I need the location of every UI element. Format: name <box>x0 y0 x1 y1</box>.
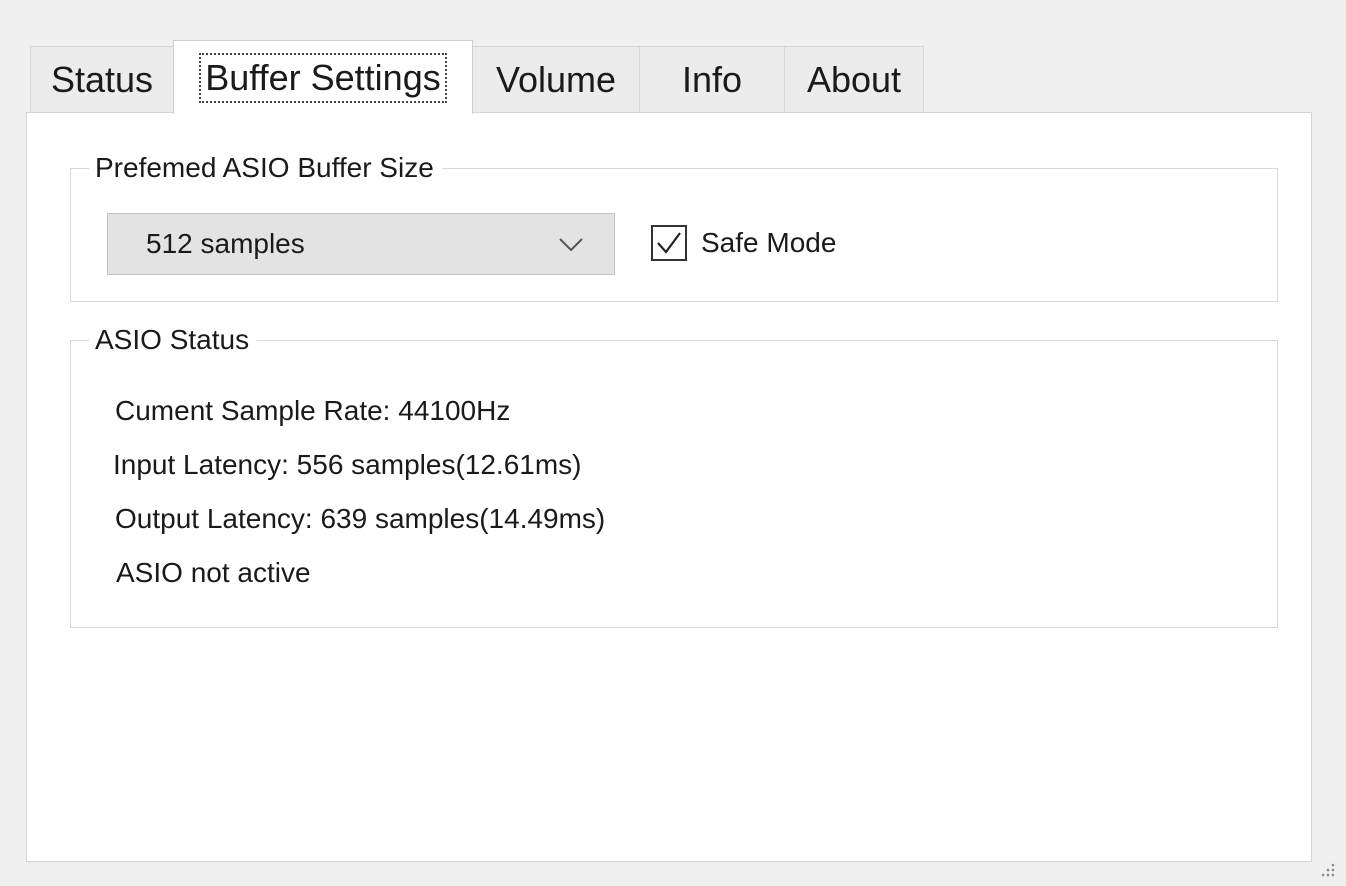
tab-bar: Status Buffer Settings Volume Info About <box>30 40 924 114</box>
checkmark-icon <box>657 232 681 254</box>
buffer-size-value: 512 samples <box>146 228 305 259</box>
tab-buffer-settings[interactable]: Buffer Settings <box>173 40 473 114</box>
input-latency-text: Input Latency: 556 samples(12.61ms) <box>113 449 582 480</box>
tab-status[interactable]: Status <box>30 46 174 112</box>
buffer-size-groupbox: Prefemed ASIO Buffer Size 512 samples Sa… <box>70 150 1278 302</box>
asio-status-groupbox: ASIO Status Cument Sample Rate: 44100Hz … <box>70 322 1278 628</box>
buffer-settings-panel: Prefemed ASIO Buffer Size 512 samples Sa… <box>26 112 1312 862</box>
asio-settings-window: Status Buffer Settings Volume Info About… <box>0 0 1346 886</box>
asio-active-status-text: ASIO not active <box>116 557 311 588</box>
chevron-down-icon <box>559 238 583 252</box>
tab-volume-label: Volume <box>495 58 617 100</box>
safe-mode-checkbox-box[interactable] <box>651 225 687 261</box>
tab-info-label: Info <box>681 58 743 100</box>
tab-volume[interactable]: Volume <box>472 46 640 112</box>
safe-mode-label: Safe Mode <box>701 227 837 258</box>
tab-buffer-settings-label: Buffer Settings <box>199 52 447 103</box>
tab-about-label: About <box>806 58 902 100</box>
buffer-size-group-title: Prefemed ASIO Buffer Size <box>89 150 442 186</box>
tab-info[interactable]: Info <box>639 46 785 112</box>
resize-grip-icon[interactable] <box>1316 860 1336 880</box>
tab-status-label: Status <box>50 58 154 100</box>
sample-rate-text: Cument Sample Rate: 44100Hz <box>115 395 511 426</box>
safe-mode-checkbox[interactable]: Safe Mode <box>651 225 836 261</box>
buffer-size-dropdown[interactable]: 512 samples <box>107 213 615 275</box>
asio-status-group-title: ASIO Status <box>89 322 258 358</box>
output-latency-text: Output Latency: 639 samples(14.49ms) <box>115 503 606 534</box>
tab-about[interactable]: About <box>784 46 924 112</box>
